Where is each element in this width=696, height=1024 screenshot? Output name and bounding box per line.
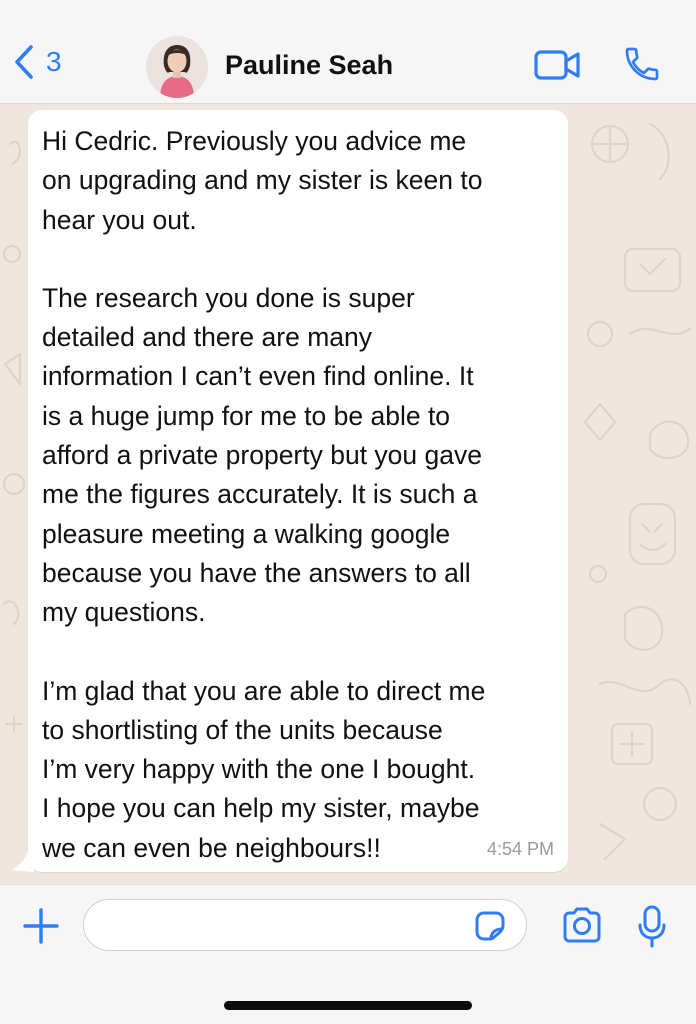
unread-count: 3 [46, 46, 62, 77]
sticker-icon [474, 911, 506, 945]
chat-header: 3 Pauline Seah [0, 0, 696, 104]
sticker-button[interactable] [474, 911, 506, 946]
video-camera-icon [534, 50, 582, 86]
message-input[interactable] [83, 899, 527, 951]
message-paragraph-3: I’m glad that you are able to direct me … [42, 675, 486, 863]
camera-icon [561, 907, 603, 947]
home-indicator[interactable] [224, 1001, 472, 1010]
message-paragraph-1: Hi Cedric. Previously you advice me on u… [42, 126, 483, 235]
message-bubble[interactable]: Hi Cedric. Previously you advice me on u… [28, 110, 568, 872]
bubble-tail-icon [12, 844, 34, 872]
chat-area[interactable]: Hi Cedric. Previously you advice me on u… [0, 104, 696, 884]
message-timestamp: 4:54 PM [486, 839, 554, 859]
microphone-icon [637, 905, 667, 953]
message-paragraph-2: The research you done is super detailed … [42, 282, 482, 628]
back-button[interactable]: 3 [12, 44, 62, 80]
voice-call-button[interactable] [622, 44, 662, 89]
chevron-left-icon [12, 44, 36, 80]
microphone-button[interactable] [637, 905, 667, 954]
composer-bar [0, 884, 696, 1024]
video-call-button[interactable] [534, 48, 582, 87]
plus-icon [22, 908, 60, 949]
attach-button[interactable] [22, 907, 60, 950]
camera-button[interactable] [561, 907, 603, 948]
contact-name[interactable]: Pauline Seah [225, 50, 393, 81]
avatar[interactable] [146, 36, 208, 98]
phone-icon [622, 47, 662, 88]
